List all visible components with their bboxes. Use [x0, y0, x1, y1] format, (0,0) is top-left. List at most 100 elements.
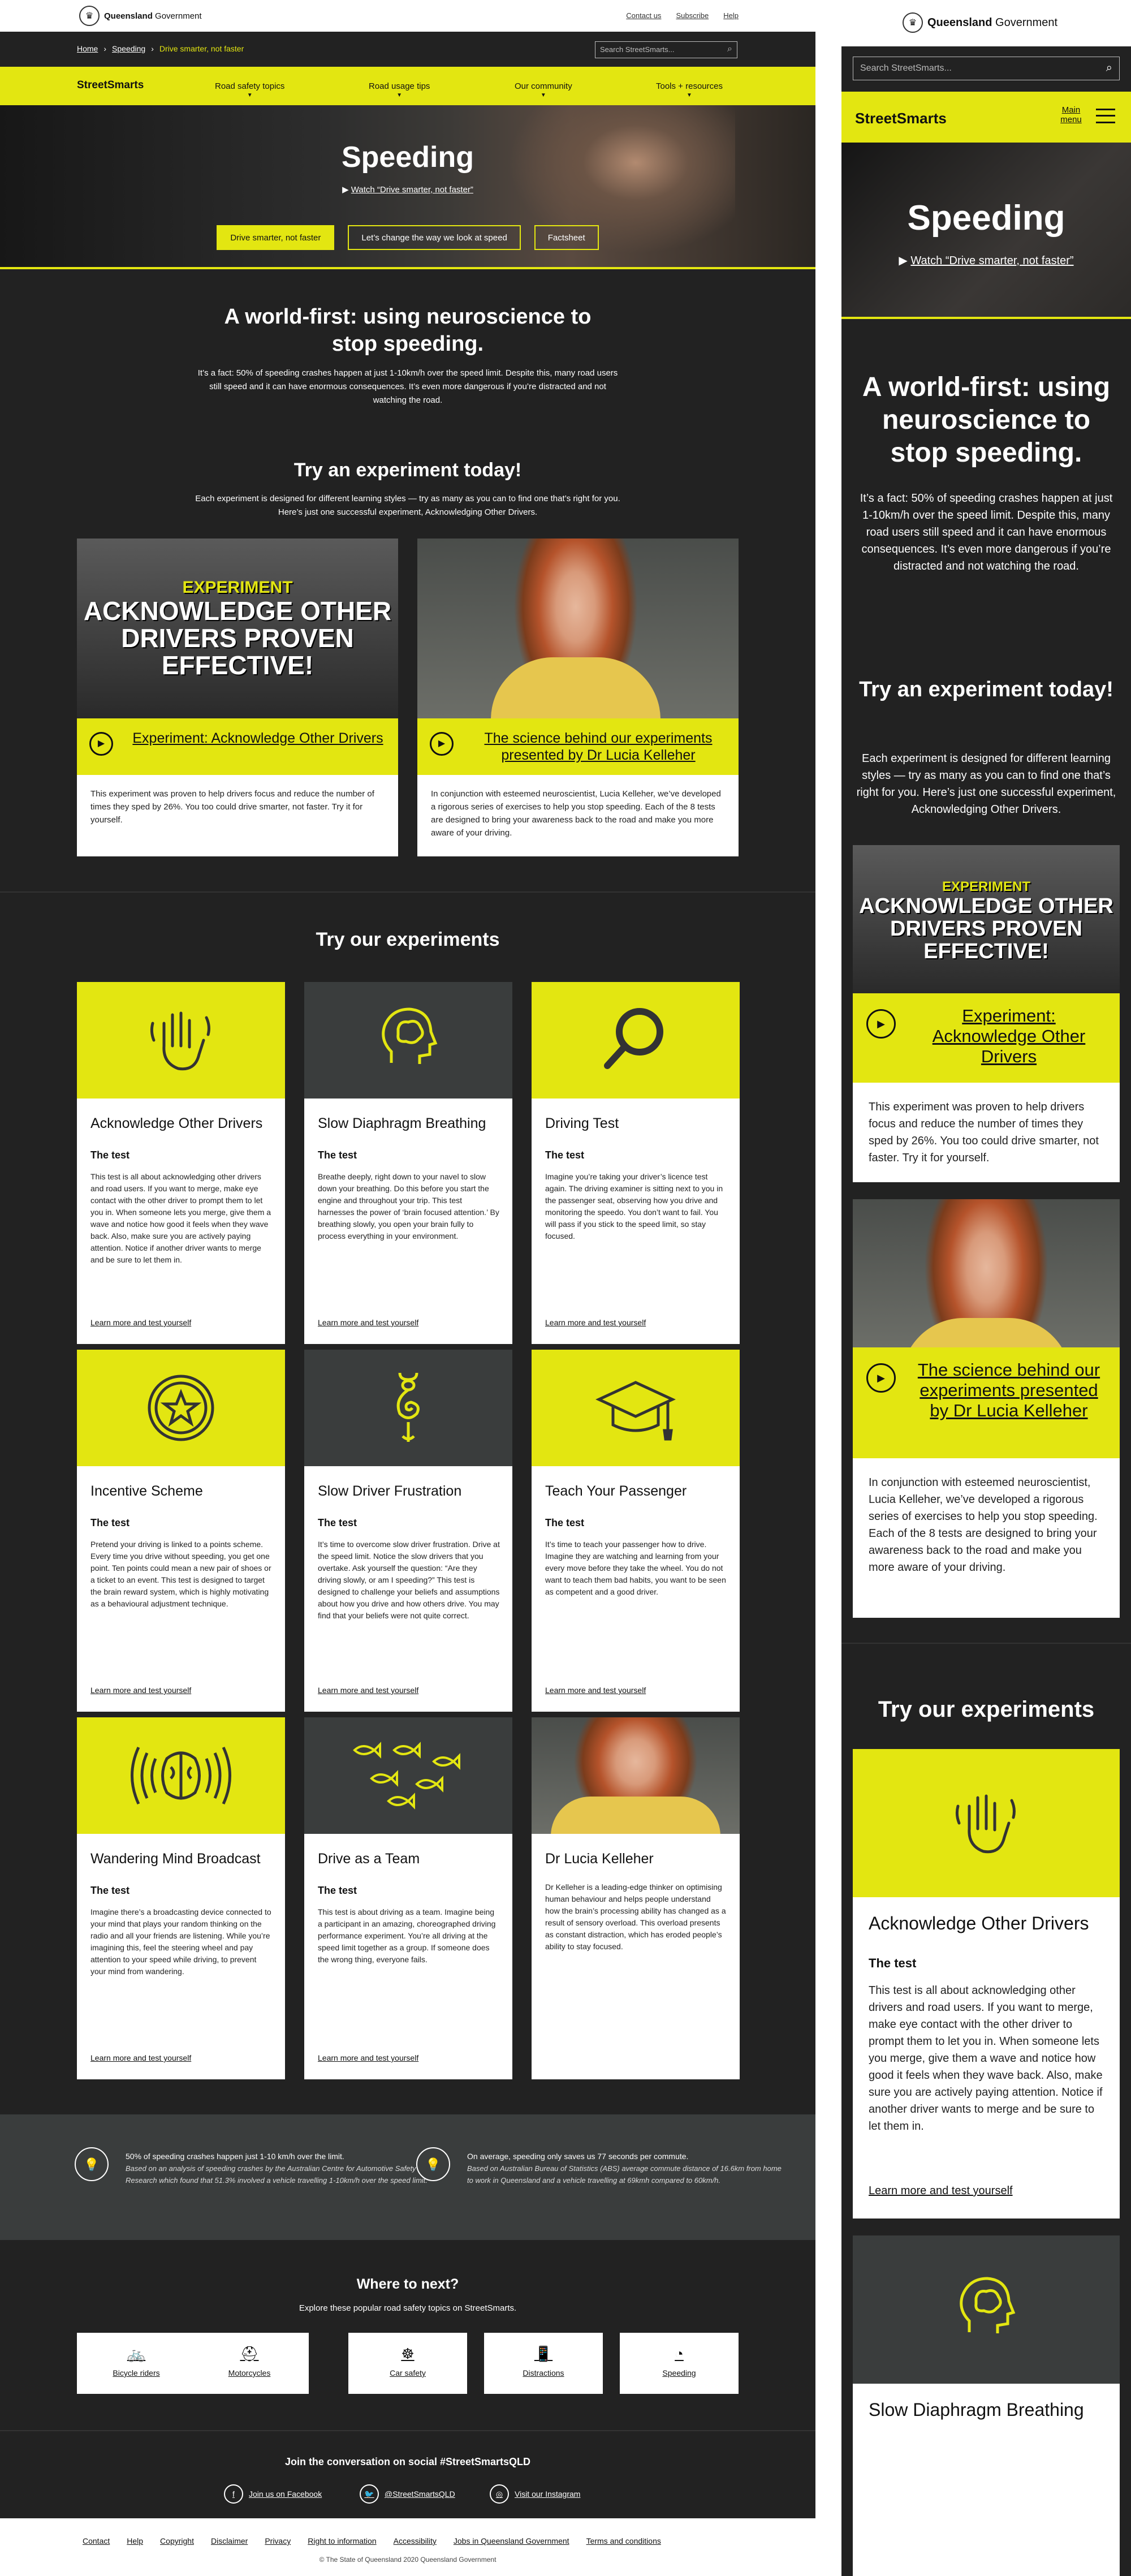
- featured-card-experiment[interactable]: EXPERIMENT ACKNOWLEDGE OTHER DRIVERS PROV…: [77, 539, 398, 856]
- experiments-heading: Try our experiments: [316, 929, 500, 950]
- featured-desc: In conjunction with esteemed neuroscient…: [431, 789, 721, 838]
- qld-gov-logo[interactable]: ♛ Queensland Government: [903, 12, 1057, 33]
- stat-item: 💡 50% of speeding crashes happen just 1-1…: [75, 2147, 442, 2186]
- subscribe-link[interactable]: Subscribe: [676, 11, 709, 20]
- qld-gov-logo[interactable]: ♛ Queensland Government: [79, 6, 202, 26]
- page-title: Speeding: [341, 141, 474, 174]
- footer-link[interactable]: Right to information: [308, 2536, 376, 2545]
- tab-drive-smarter[interactable]: Drive smarter, not faster: [217, 225, 335, 250]
- experiment-title: Acknowledge Other Drivers: [90, 1115, 263, 1131]
- experiment-card[interactable]: Slow Driver Frustration The test It’s time…: [304, 1350, 512, 1712]
- nav-our-community[interactable]: Our community ▼: [515, 81, 572, 98]
- experiment-title: Acknowledge Other Drivers: [869, 1913, 1089, 1933]
- footer-link[interactable]: Copyright: [160, 2536, 194, 2545]
- stat-note: Based on Australian Bureau of Statistics…: [467, 2164, 782, 2185]
- experiment-test-label: The test: [318, 1885, 357, 1896]
- phone-icon: 📱: [534, 2345, 553, 2362]
- footer-link[interactable]: Accessibility: [394, 2536, 437, 2545]
- brand-logo[interactable]: StreetSmarts: [77, 79, 144, 92]
- learn-more-link[interactable]: Learn more and test yourself: [318, 1318, 418, 1327]
- facebook-link[interactable]: f Join us on Facebook: [224, 2484, 322, 2504]
- footer-link[interactable]: Help: [127, 2536, 143, 2545]
- experiment-title: Slow Diaphragm Breathing: [869, 2400, 1084, 2420]
- breadcrumb-bar: Home › Speeding › Drive smarter, not faste…: [0, 32, 815, 67]
- experiment-card[interactable]: Acknowledge Other Drivers The test This …: [853, 1749, 1120, 2219]
- footer-link[interactable]: Terms and conditions: [586, 2536, 661, 2545]
- breadcrumb-home[interactable]: Home: [77, 44, 98, 53]
- topic-tile-motorcycles[interactable]: ⛑ Motorcycles: [190, 2333, 309, 2394]
- footer-link[interactable]: Contact: [83, 2536, 110, 2545]
- featured-card-experiment[interactable]: EXPERIMENT ACKNOWLEDGE OTHER DRIVERS PROV…: [853, 845, 1120, 1182]
- featured-caption[interactable]: ▶ The science behind our experiments pres…: [417, 718, 739, 775]
- instagram-link[interactable]: ◎ Visit our Instagram: [490, 2484, 580, 2504]
- help-link[interactable]: Help: [723, 11, 739, 20]
- featured-card-science[interactable]: ▶ The science behind our experiments pres…: [417, 539, 739, 856]
- breadcrumb-speeding[interactable]: Speeding: [112, 44, 145, 53]
- twitter-link[interactable]: 🐦 @StreetSmartsQLD: [360, 2484, 455, 2504]
- page-title: Speeding: [907, 199, 1065, 238]
- watch-video-link[interactable]: ▶ Watch “Drive smarter, not faster”: [0, 184, 815, 195]
- featured-card-science[interactable]: ▶ The science behind our experiments pres…: [853, 1199, 1120, 1618]
- topic-label: Bicycle riders: [113, 2368, 160, 2377]
- footer-links: Contact Help Copyright Disclaimer Privac…: [83, 2536, 661, 2545]
- waving-hand-icon: [77, 982, 285, 1099]
- hamburger-icon[interactable]: [1096, 109, 1115, 123]
- footer-link[interactable]: Jobs in Queensland Government: [454, 2536, 569, 2545]
- search-input[interactable]: Search StreetSmarts... ⌕: [595, 41, 737, 58]
- copyright: © The State of Queensland 2020 Queenslan…: [319, 2556, 497, 2564]
- featured-caption[interactable]: ▶ Experiment: Acknowledge Other Drivers: [77, 718, 398, 775]
- featured-caption-text: Experiment: Acknowledge Other Drivers: [932, 1006, 1086, 1066]
- instagram-icon: ◎: [490, 2484, 509, 2504]
- experiment-card[interactable]: Dr Lucia Kelleher Dr Kelleher is a leadin…: [532, 1717, 740, 2079]
- learn-more-link[interactable]: Learn more and test yourself: [869, 2185, 1013, 2198]
- experiment-card[interactable]: Wandering Mind Broadcast The test Imagine …: [77, 1717, 285, 2079]
- featured-caption[interactable]: ▶ Experiment: Acknowledge Other Drivers: [853, 993, 1120, 1083]
- watch-video-link[interactable]: ▶ Watch “Drive smarter, not faster”: [841, 253, 1131, 268]
- lucia-photo: [532, 1717, 740, 1834]
- search-placeholder: Search StreetSmarts...: [600, 45, 675, 54]
- brain-head-icon: [304, 982, 512, 1099]
- contact-link[interactable]: Contact us: [626, 11, 661, 20]
- experiment-title: Slow Driver Frustration: [318, 1483, 462, 1499]
- topic-tile-car-safety[interactable]: ☸ Car safety: [348, 2333, 467, 2394]
- nav-tools-resources[interactable]: Tools + resources ▼: [656, 81, 723, 98]
- experiment-card[interactable]: Teach Your Passenger The test It’s time to…: [532, 1350, 740, 1712]
- experiment-card[interactable]: Incentive Scheme The test Pretend your dri…: [77, 1350, 285, 1712]
- learn-more-link[interactable]: Learn more and test yourself: [90, 1318, 191, 1327]
- experiment-card[interactable]: Acknowledge Other Drivers The test This te…: [77, 982, 285, 1344]
- footer-link[interactable]: Disclaimer: [211, 2536, 248, 2545]
- learn-more-link[interactable]: Learn more and test yourself: [545, 1686, 646, 1695]
- experiment-card[interactable]: Slow Diaphragm Breathing The test Breathe …: [304, 982, 512, 1344]
- topic-tile-speeding[interactable]: ◔ Speeding: [620, 2333, 739, 2394]
- learn-more-link[interactable]: Learn more and test yourself: [318, 2053, 418, 2062]
- brand-logo[interactable]: StreetSmarts: [855, 110, 947, 127]
- learn-more-link[interactable]: Learn more and test yourself: [318, 1686, 418, 1695]
- mobile-search-input[interactable]: Search StreetSmarts... ⌕: [853, 57, 1120, 80]
- main-menu-link[interactable]: Main menu: [1059, 105, 1083, 124]
- nav-road-safety-topics[interactable]: Road safety topics ▼: [215, 81, 284, 98]
- chevron-down-icon: ▼: [687, 92, 692, 98]
- learn-more-link[interactable]: Learn more and test yourself: [90, 1686, 191, 1695]
- search-icon[interactable]: ⌕: [727, 44, 732, 54]
- topic-tile-bicycle[interactable]: 🚲 Bicycle riders: [77, 2333, 196, 2394]
- search-icon[interactable]: ⌕: [1106, 62, 1112, 75]
- hero-banner: Speeding ▶ Watch “Drive smarter, not fas…: [0, 105, 815, 269]
- footer-link[interactable]: Privacy: [265, 2536, 291, 2545]
- try-heading: Try an experiment today!: [859, 678, 1113, 701]
- nav-road-usage-tips[interactable]: Road usage tips ▼: [369, 81, 430, 98]
- experiment-card[interactable]: Drive as a Team The test This test is abou…: [304, 1717, 512, 2079]
- learn-more-link[interactable]: Learn more and test yourself: [90, 2053, 191, 2062]
- learn-more-link[interactable]: Learn more and test yourself: [545, 1318, 646, 1327]
- play-icon: ▶: [89, 732, 113, 756]
- gov-name-bold: Queensland: [927, 16, 992, 29]
- tab-change-way[interactable]: Let’s change the way we look at speed: [348, 225, 521, 250]
- experiment-test-label: The test: [90, 1149, 130, 1161]
- tab-factsheet[interactable]: Factsheet: [534, 225, 599, 250]
- featured-caption-text: The science behind our experiments prese…: [484, 730, 713, 763]
- experiment-card[interactable]: Slow Diaphragm Breathing: [853, 2235, 1120, 2576]
- experiment-card[interactable]: Driving Test The test Imagine you’re takin…: [532, 982, 740, 1344]
- topic-tile-distractions[interactable]: 📱 Distractions: [484, 2333, 603, 2394]
- featured-caption[interactable]: ▶ The science behind our experiments pres…: [853, 1347, 1120, 1458]
- stat-text: On average, speeding only saves us 77 se…: [467, 2152, 689, 2161]
- experiment-image: EXPERIMENT ACKNOWLEDGE OTHER DRIVERS PROV…: [77, 539, 398, 718]
